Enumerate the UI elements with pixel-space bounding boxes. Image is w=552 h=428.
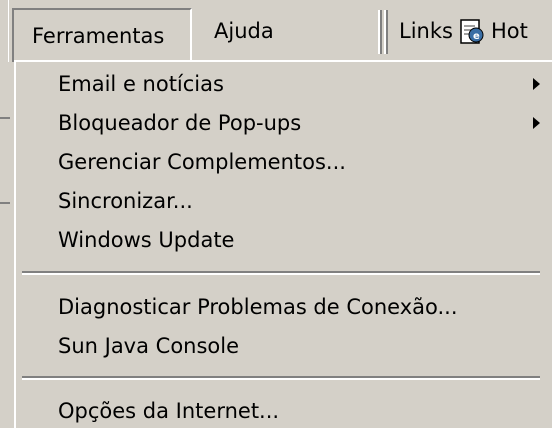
menu-item-label: Windows Update [58, 228, 235, 252]
menu-item-label: Sun Java Console [58, 334, 240, 358]
page-edge-mark [0, 117, 10, 119]
menu-item-sun-java-console[interactable]: Sun Java Console [16, 329, 546, 363]
menu-separator [22, 271, 540, 275]
links-label[interactable]: Links [399, 0, 453, 62]
menu-item-windows-update[interactable]: Windows Update [16, 223, 546, 257]
menu-tools[interactable]: Ferramentas [12, 8, 192, 62]
ie-page-icon[interactable]: e [458, 18, 486, 46]
menu-item-label: Gerenciar Complementos... [58, 150, 346, 174]
toolbar-grip-2 [384, 10, 388, 54]
menu-bar: Ferramentas Ajuda Links e Hot [0, 0, 552, 62]
menu-item-manage-addons[interactable]: Gerenciar Complementos... [16, 145, 546, 179]
hotmail-link-label[interactable]: Hot [491, 0, 528, 62]
menu-item-label: Diagnosticar Problemas de Conexão... [58, 295, 458, 319]
menu-help[interactable]: Ajuda [210, 0, 274, 62]
menu-separator [22, 376, 540, 380]
menu-item-diagnose-connection[interactable]: Diagnosticar Problemas de Conexão... [16, 290, 546, 324]
menu-item-label: Email e notícias [58, 72, 224, 96]
tools-dropdown-menu: Email e notícias Bloqueador de Pop-ups G… [14, 60, 552, 428]
menu-item-synchronize[interactable]: Sincronizar... [16, 184, 546, 218]
toolbar-grip[interactable] [378, 10, 382, 54]
menu-item-email-news[interactable]: Email e notícias [16, 67, 546, 101]
page-edge-behind [0, 62, 14, 428]
menu-item-popup-blocker[interactable]: Bloqueador de Pop-ups [16, 106, 546, 140]
menu-item-internet-options[interactable]: Opções da Internet... [16, 394, 546, 428]
ie-window: Ferramentas Ajuda Links e Hot Email e no… [0, 0, 552, 428]
menu-item-label: Sincronizar... [58, 189, 193, 213]
submenu-arrow-icon [533, 78, 540, 90]
svg-text:e: e [473, 31, 480, 42]
page-edge-mark [0, 202, 10, 204]
menu-item-label: Bloqueador de Pop-ups [58, 111, 302, 135]
menubar-edge [0, 0, 9, 62]
submenu-arrow-icon [533, 117, 540, 129]
menu-item-label: Opções da Internet... [58, 399, 280, 423]
